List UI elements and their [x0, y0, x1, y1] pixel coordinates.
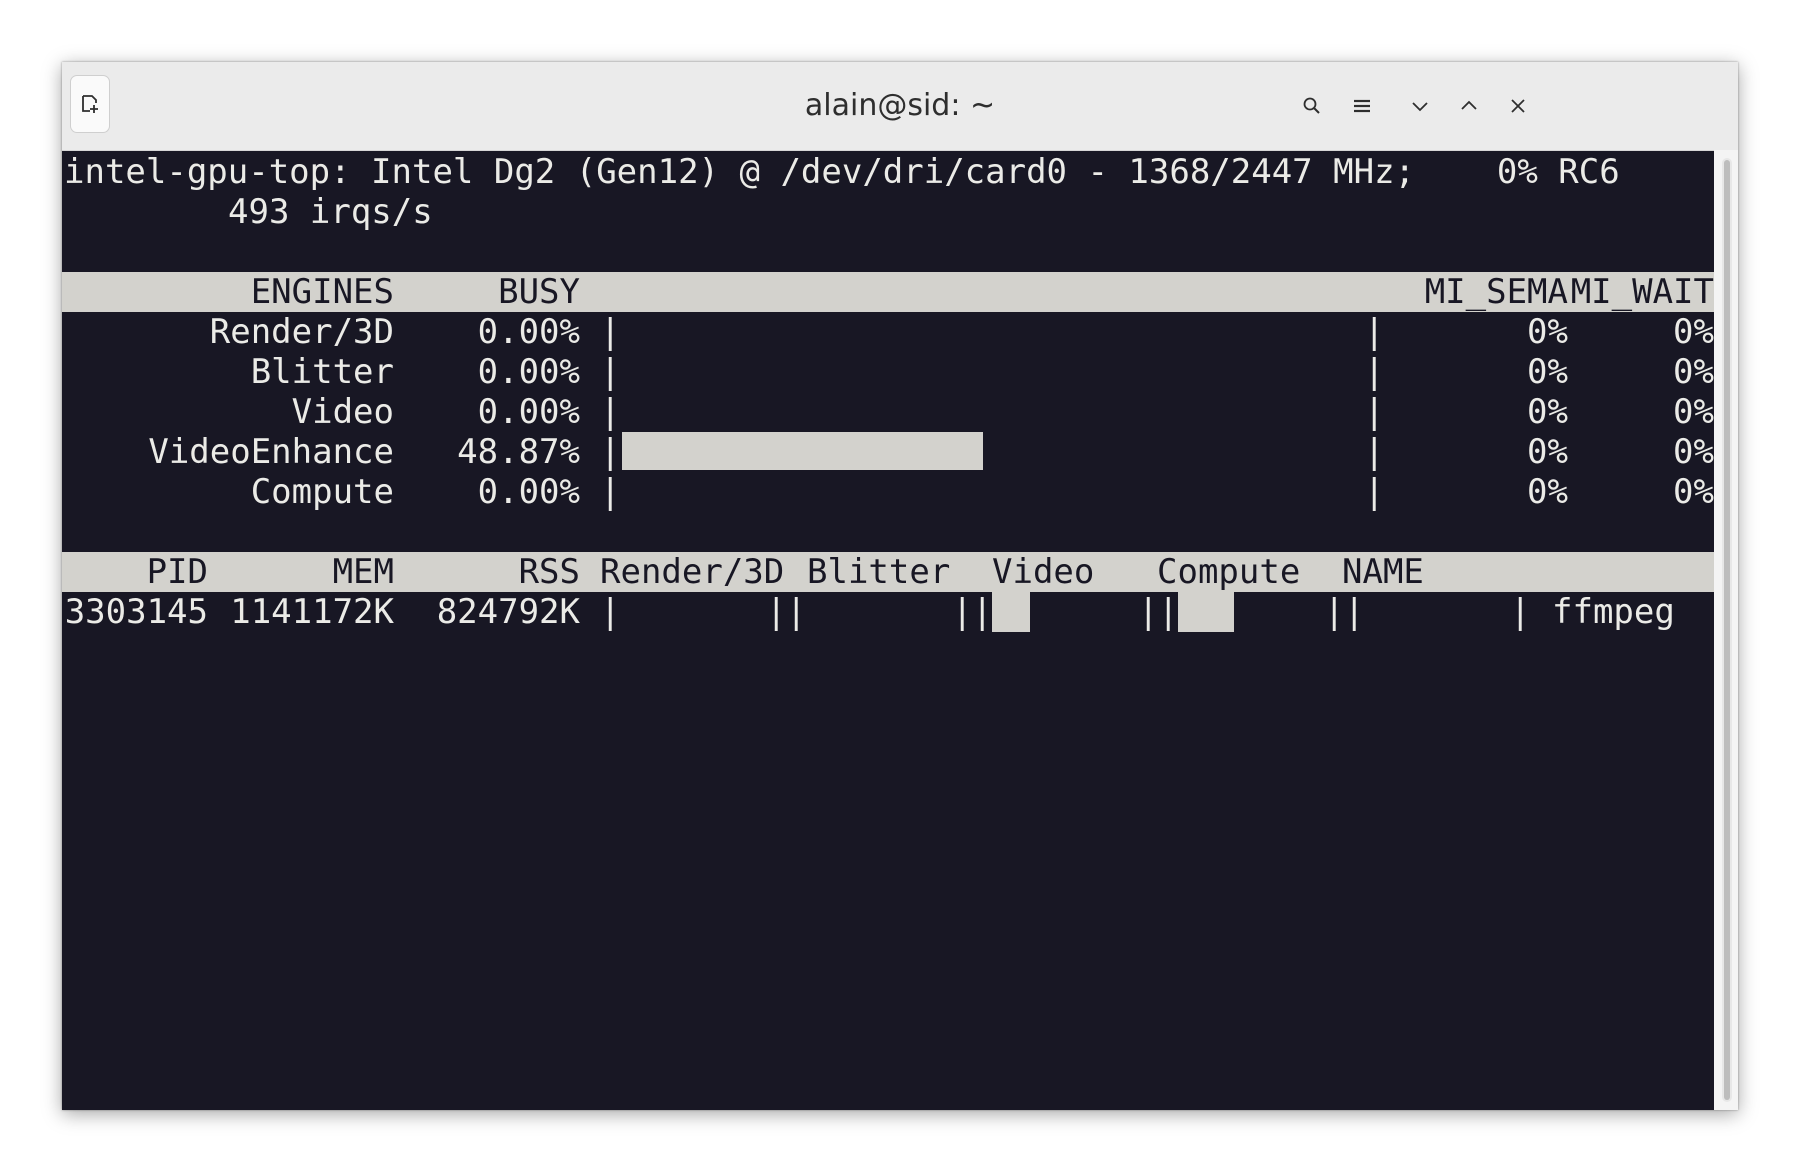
engines-column-header: ENGINES [250, 272, 394, 312]
bar-right-separator: | [1364, 312, 1385, 352]
engine-name: Render/3D [209, 312, 394, 352]
engine-mi-sema: 0% [1527, 352, 1568, 392]
bar-left-separator: | [600, 352, 621, 392]
engine-busy: 0.00% [477, 312, 580, 352]
busy-column-header: BUSY [498, 272, 580, 312]
engine-mi-sema: 0% [1527, 392, 1568, 432]
irq-line: 493 irqs/s [62, 192, 1714, 232]
bar-left-separator: | [600, 472, 621, 512]
video-right-separator: | [1138, 592, 1159, 632]
gpu-info-text: intel-gpu-top: Intel Dg2 (Gen12) @ /dev/… [64, 152, 1620, 192]
engine-row: Render/3D 0.00% | | 0% 0% [62, 312, 1714, 352]
engine-mi-wait: 0% [1673, 392, 1714, 432]
bar-left-separator: | [600, 432, 621, 472]
maximize-icon [1461, 100, 1477, 110]
engine-busy: 0.00% [477, 472, 580, 512]
video-left-separator: | [972, 592, 993, 632]
irq-text: 493 irqs/s [228, 192, 433, 232]
process-pid: 3303145 [64, 592, 208, 632]
process-row[interactable]: 3303145 1141172K 824792K | | | | | | | |… [62, 592, 1714, 632]
engine-mi-sema: 0% [1527, 432, 1568, 472]
render3d-right-separator: | [766, 592, 787, 632]
pid-column-header: PID [146, 552, 208, 592]
engine-name: Blitter [250, 352, 394, 392]
process-mem: 1141172K [230, 592, 394, 632]
engine-name: Video [291, 392, 394, 432]
blitter-left-separator: | [786, 592, 807, 632]
compute-column-header: Compute [1157, 552, 1301, 592]
engine-row: Blitter 0.00% | | 0% 0% [62, 352, 1714, 392]
blitter-right-separator: | [952, 592, 973, 632]
engine-mi-sema: 0% [1527, 312, 1568, 352]
name-column-header: NAME [1342, 552, 1424, 592]
engine-name: Compute [250, 472, 394, 512]
close-button[interactable] [1498, 86, 1538, 126]
mem-column-header: MEM [332, 552, 394, 592]
title-bar: alain@sid: ~ [62, 62, 1738, 151]
engine-busy: 0.00% [477, 392, 580, 432]
terminal-window: alain@sid: ~ intel-gpu-top: Intel Dg2 (G… [62, 62, 1738, 1110]
engine-row: Video 0.00% | | 0% 0% [62, 392, 1714, 432]
engine-mi-sema: 0% [1527, 472, 1568, 512]
rss-column-header: RSS [518, 552, 580, 592]
scrollbar[interactable] [1722, 158, 1732, 1102]
process-video-bar [992, 592, 1030, 632]
engine-name: VideoEnhance [148, 432, 394, 472]
engine-mi-wait: 0% [1673, 312, 1714, 352]
engine-busy: 48.87% [457, 432, 580, 472]
engine-mi-wait: 0% [1673, 352, 1714, 392]
video-column-header: Video [992, 552, 1095, 592]
engine-mi-wait: 0% [1673, 472, 1714, 512]
engine-row: Compute 0.00% | | 0% 0% [62, 472, 1714, 512]
videoenhance-left-separator: | [1158, 592, 1179, 632]
compute-right-separator: | [1510, 592, 1531, 632]
terminal-output[interactable]: intel-gpu-top: Intel Dg2 (Gen12) @ /dev/… [62, 150, 1714, 1110]
blitter-column-header: Blitter [807, 552, 951, 592]
bar-right-separator: | [1364, 392, 1385, 432]
process-videoenhance-bar [1178, 592, 1234, 632]
engine-busy: 0.00% [477, 352, 580, 392]
bar-right-separator: | [1364, 432, 1385, 472]
engine-busy-bar [622, 432, 983, 470]
process-name: ffmpeg [1552, 592, 1675, 632]
bar-right-separator: | [1364, 472, 1385, 512]
videoenhance-right-separator: | [1324, 592, 1345, 632]
minimize-button[interactable] [1400, 86, 1440, 126]
search-icon [1303, 97, 1320, 114]
mi-wait-column-header: MI_WAIT [1570, 272, 1714, 312]
engine-row: VideoEnhance 48.87% | | 0% 0% [62, 432, 1714, 472]
close-icon [1511, 99, 1525, 113]
process-rss: 824792K [436, 592, 580, 632]
process-header-row: PID MEM RSS Render/3D Blitter Video Comp… [62, 552, 1714, 592]
render3d-left-separator: | [600, 592, 621, 632]
bar-left-separator: | [600, 392, 621, 432]
maximize-button[interactable] [1449, 86, 1489, 126]
engine-mi-wait: 0% [1673, 432, 1714, 472]
gpu-info-line: intel-gpu-top: Intel Dg2 (Gen12) @ /dev/… [62, 152, 1714, 192]
mi-sema-column-header: MI_SEMA [1424, 272, 1568, 312]
engines-header-row: ENGINES BUSY MI_SEMA MI_WAIT [62, 272, 1714, 312]
compute-left-separator: | [1344, 592, 1365, 632]
menu-icon [1354, 99, 1370, 113]
menu-button[interactable] [1342, 86, 1382, 126]
minimize-icon [1412, 102, 1428, 112]
scrollbar-thumb[interactable] [1724, 160, 1730, 1100]
bar-right-separator: | [1364, 352, 1385, 392]
bar-left-separator: | [600, 312, 621, 352]
search-button[interactable] [1292, 86, 1332, 126]
render3d-column-header: Render/3D [600, 552, 785, 592]
